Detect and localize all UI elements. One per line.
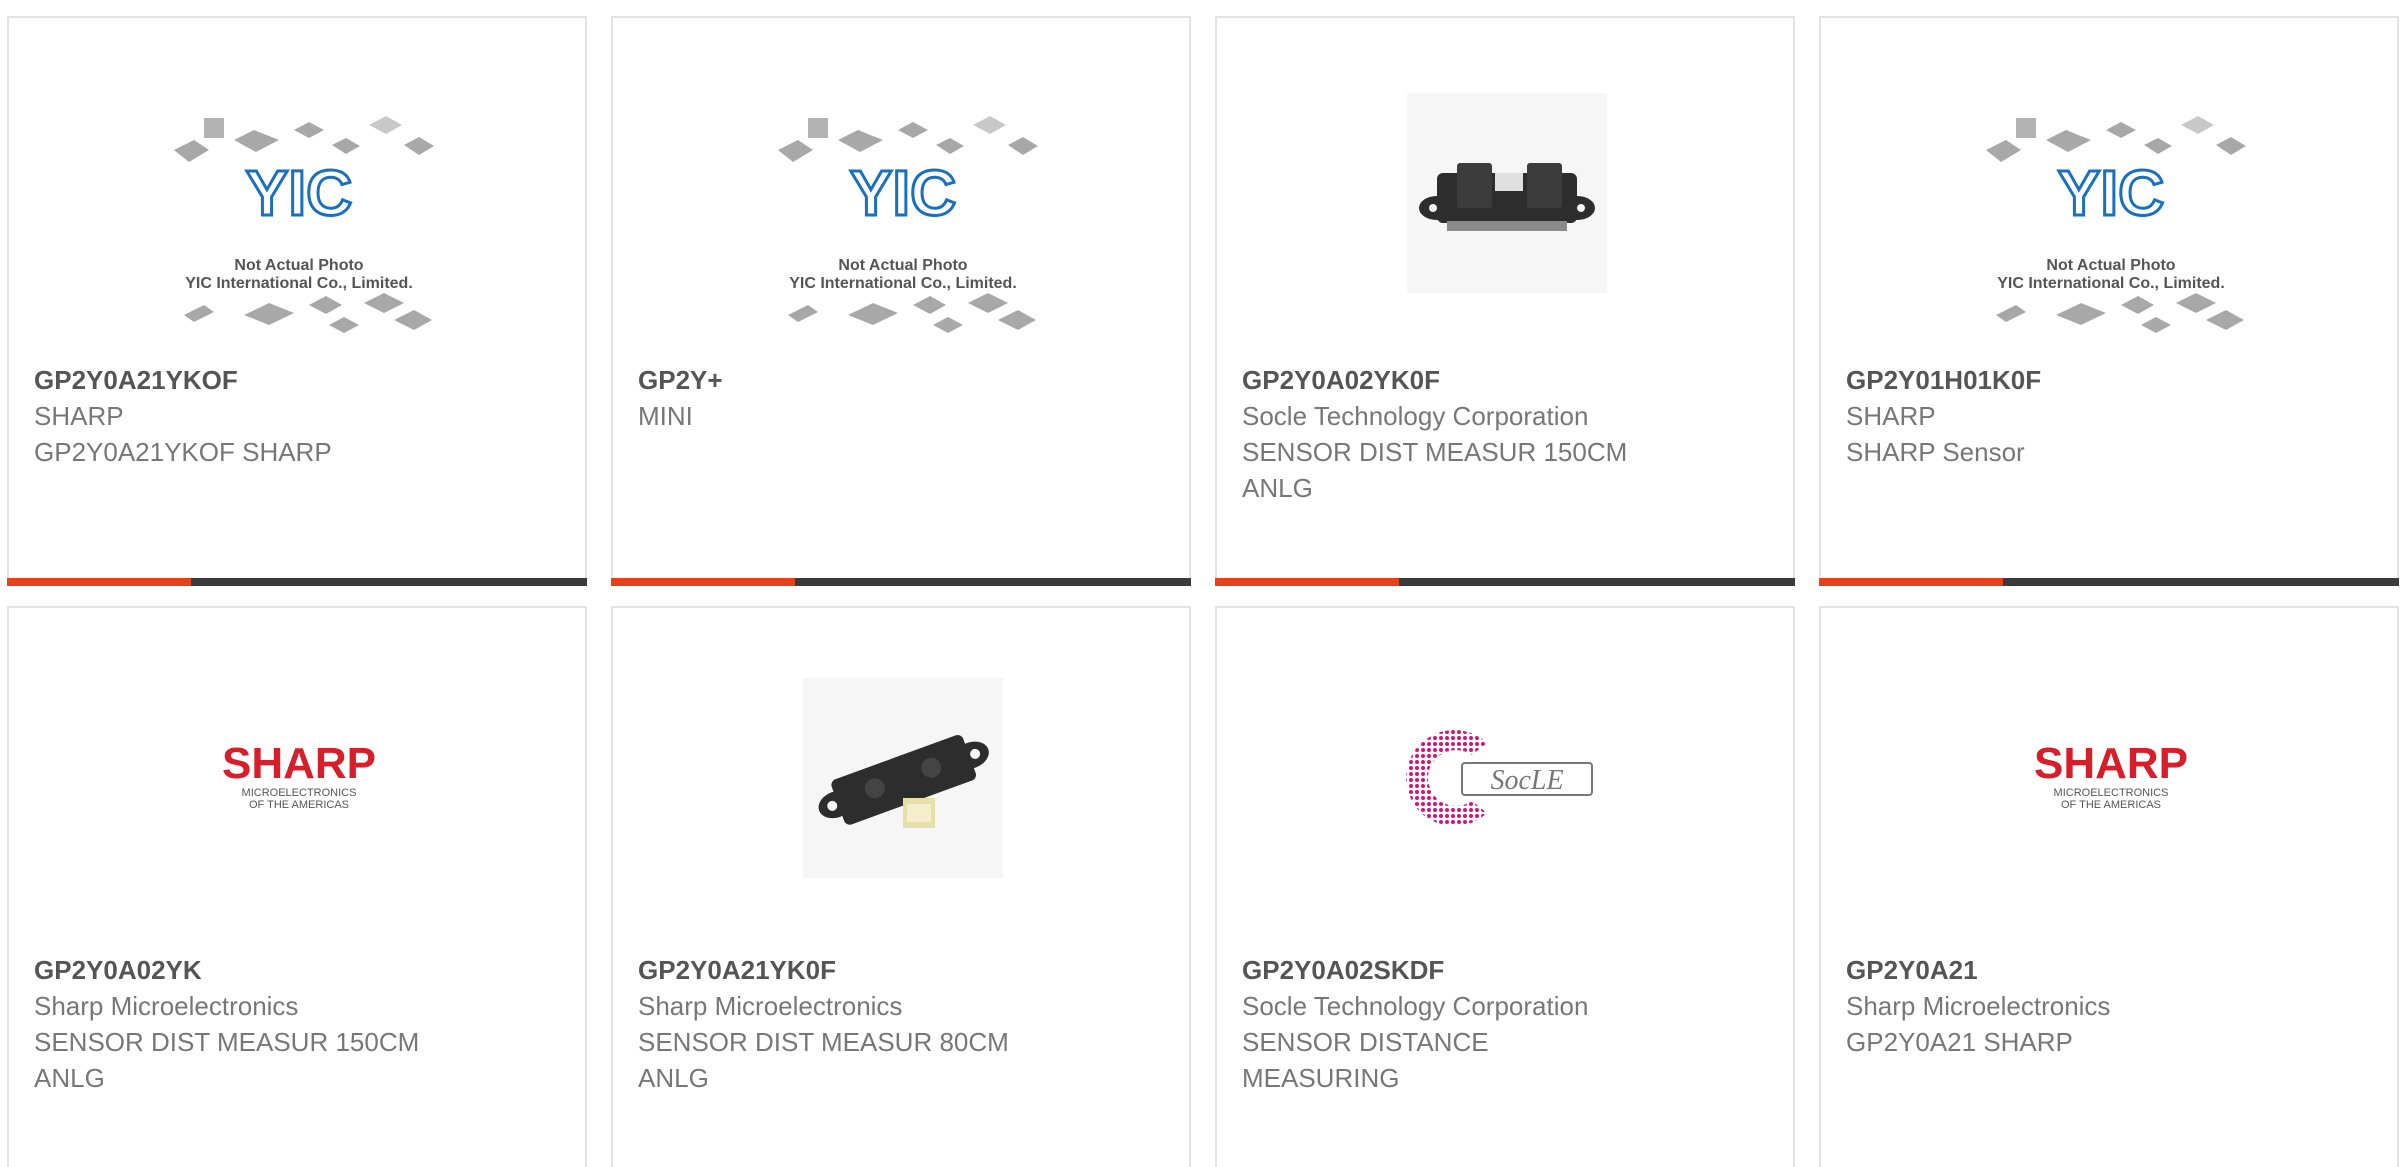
yic-brand-text: YIC xyxy=(246,157,353,229)
manufacturer: Sharp Microelectronics xyxy=(1846,991,2111,1021)
product-info: GP2Y+ MINI xyxy=(638,362,1169,434)
card-underline xyxy=(7,578,587,586)
product-info: GP2Y0A21YKOF SHARP GP2Y0A21YKOF SHARP xyxy=(34,362,565,470)
description-line: GP2Y0A21YKOF SHARP xyxy=(34,437,332,467)
product-image[interactable]: SHARP MICROELECTRONICS OF THE AMERICAS xyxy=(9,608,585,943)
logo-subtitle-1: MICROELECTRONICS xyxy=(2054,787,2169,799)
manufacturer: Socle Technology Corporation xyxy=(1242,401,1589,431)
product-image[interactable]: YIC Not Actual Photo YIC International C… xyxy=(9,18,585,353)
sharp-logo-image: SHARP MICROELECTRONICS OF THE AMERICAS xyxy=(2034,739,2188,811)
product-card[interactable]: GP2Y0A21YK0F Sharp Microelectronics SENS… xyxy=(611,606,1191,1167)
card-underline xyxy=(611,578,1191,586)
card-underline-accent xyxy=(611,578,795,586)
product-info: GP2Y01H01K0F SHARP SHARP Sensor xyxy=(1846,362,2377,470)
part-number[interactable]: GP2Y0A02SKDF xyxy=(1242,952,1773,988)
logo-subtitle-1: MICROELECTRONICS xyxy=(242,787,357,799)
description-line: SENSOR DIST MEASUR 80CM xyxy=(638,1027,1009,1057)
manufacturer: Sharp Microelectronics xyxy=(34,991,299,1021)
product-card[interactable]: YIC Not Actual Photo YIC International C… xyxy=(7,16,587,586)
description-line: ANLG xyxy=(638,1063,709,1093)
part-number[interactable]: GP2Y0A21YKOF xyxy=(34,362,565,398)
product-image[interactable]: SHARP MICROELECTRONICS OF THE AMERICAS xyxy=(1821,608,2397,943)
product-info: GP2Y0A21 Sharp Microelectronics GP2Y0A21… xyxy=(1846,952,2377,1060)
product-info: GP2Y0A02SKDF Socle Technology Corporatio… xyxy=(1242,952,1773,1096)
yic-brand-text: YIC xyxy=(850,157,957,229)
manufacturer: Socle Technology Corporation xyxy=(1242,991,1589,1021)
placeholder-caption-2: YIC International Co., Limited. xyxy=(1997,275,2225,292)
description-line: SHARP Sensor xyxy=(1846,437,2025,467)
product-image[interactable]: SocLE xyxy=(1217,608,1793,943)
card-underline-accent xyxy=(7,578,191,586)
product-card[interactable]: SHARP MICROELECTRONICS OF THE AMERICAS G… xyxy=(7,606,587,1167)
yic-brand-text: YIC xyxy=(2058,157,2165,229)
manufacturer: Sharp Microelectronics xyxy=(638,991,903,1021)
product-image[interactable] xyxy=(1217,18,1793,353)
card-underline xyxy=(1819,578,2399,586)
logo-wordmark: SocLE xyxy=(1490,765,1563,796)
logo-wordmark: SHARP xyxy=(2034,739,2188,788)
logo-wordmark: SHARP xyxy=(222,739,376,788)
part-number[interactable]: GP2Y+ xyxy=(638,362,1169,398)
product-info: GP2Y0A02YK Sharp Microelectronics SENSOR… xyxy=(34,952,565,1096)
part-number[interactable]: GP2Y0A02YK xyxy=(34,952,565,988)
description-line: SENSOR DIST MEASUR 150CM xyxy=(34,1027,420,1057)
part-number[interactable]: GP2Y0A21YK0F xyxy=(638,952,1169,988)
description-line: GP2Y0A21 SHARP xyxy=(1846,1027,2073,1057)
product-image[interactable]: YIC Not Actual Photo YIC International C… xyxy=(613,18,1189,353)
description-line: SENSOR DIST MEASUR 150CM xyxy=(1242,437,1628,467)
card-underline-accent xyxy=(1819,578,2003,586)
placeholder-caption-2: YIC International Co., Limited. xyxy=(789,275,1017,292)
yic-placeholder-image: YIC Not Actual Photo YIC International C… xyxy=(1986,116,2246,333)
placeholder-caption-1: Not Actual Photo xyxy=(2046,257,2175,274)
product-card[interactable]: YIC Not Actual Photo YIC International C… xyxy=(611,16,1191,586)
sharp-logo-image: SHARP MICROELECTRONICS OF THE AMERICAS xyxy=(222,739,376,811)
socle-logo-image: SocLE xyxy=(1406,730,1593,826)
manufacturer: SHARP xyxy=(1846,401,1936,431)
manufacturer: SHARP xyxy=(34,401,124,431)
description-line: SENSOR DISTANCE xyxy=(1242,1027,1489,1057)
product-card[interactable]: SocLE GP2Y0A02SKDF Socle Technology Corp… xyxy=(1215,606,1795,1167)
logo-subtitle-2: OF THE AMERICAS xyxy=(249,799,349,811)
product-grid: YIC Not Actual Photo YIC International C… xyxy=(0,0,2400,1167)
part-number[interactable]: GP2Y0A02YK0F xyxy=(1242,362,1773,398)
product-info: GP2Y0A02YK0F Socle Technology Corporatio… xyxy=(1242,362,1773,506)
sensor-photo xyxy=(803,678,1003,878)
placeholder-caption-1: Not Actual Photo xyxy=(838,257,967,274)
product-image[interactable] xyxy=(613,608,1189,943)
sensor-photo xyxy=(1407,93,1607,293)
yic-placeholder-image: YIC Not Actual Photo YIC International C… xyxy=(778,116,1038,333)
part-number[interactable]: GP2Y0A21 xyxy=(1846,952,2377,988)
placeholder-caption-1: Not Actual Photo xyxy=(234,257,363,274)
card-underline xyxy=(1215,578,1795,586)
product-image[interactable]: YIC Not Actual Photo YIC International C… xyxy=(1821,18,2397,353)
description-line: MEASURING xyxy=(1242,1063,1400,1093)
product-card[interactable]: SHARP MICROELECTRONICS OF THE AMERICAS G… xyxy=(1819,606,2399,1167)
description-line: ANLG xyxy=(34,1063,105,1093)
logo-subtitle-2: OF THE AMERICAS xyxy=(2061,799,2161,811)
product-info: GP2Y0A21YK0F Sharp Microelectronics SENS… xyxy=(638,952,1169,1096)
part-number[interactable]: GP2Y01H01K0F xyxy=(1846,362,2377,398)
product-card[interactable]: YIC Not Actual Photo YIC International C… xyxy=(1819,16,2399,586)
product-card[interactable]: GP2Y0A02YK0F Socle Technology Corporatio… xyxy=(1215,16,1795,586)
yic-placeholder-image: YIC Not Actual Photo YIC International C… xyxy=(174,116,434,333)
manufacturer: MINI xyxy=(638,401,693,431)
placeholder-caption-2: YIC International Co., Limited. xyxy=(185,275,413,292)
description-line: ANLG xyxy=(1242,473,1313,503)
card-underline-accent xyxy=(1215,578,1399,586)
